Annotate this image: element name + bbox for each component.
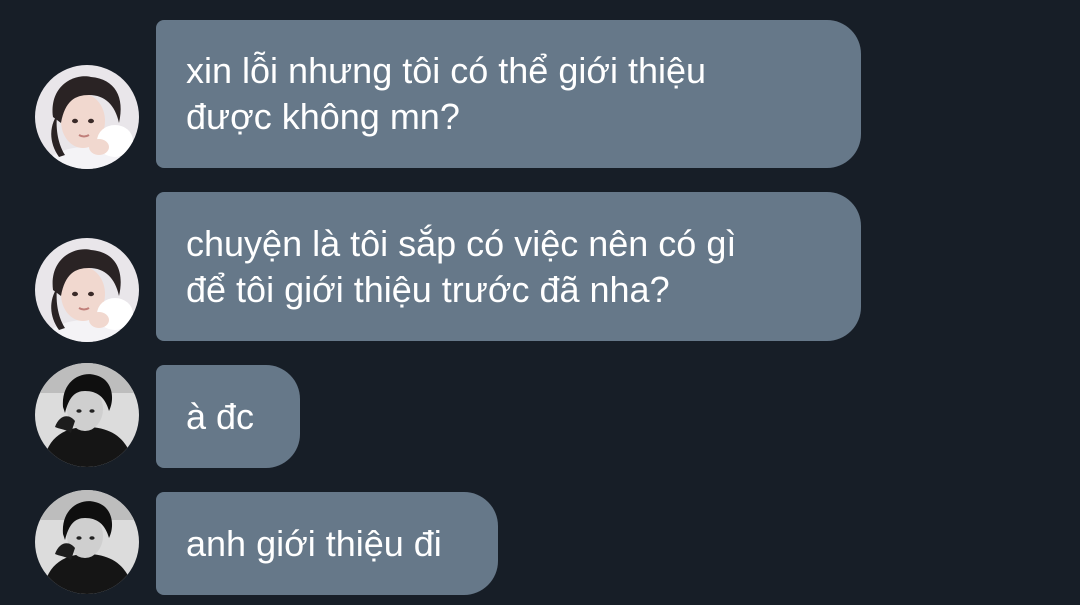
avatar-photo-dark-icon <box>35 490 139 594</box>
message-text: à đc <box>186 394 254 440</box>
message-line: à đc <box>186 395 255 437</box>
message-bubble[interactable]: chuyện là tôi sắp có việc nên có gì để t… <box>156 192 861 341</box>
message-line: được không mn? <box>186 96 460 137</box>
avatar-photo-dark-icon <box>35 363 139 467</box>
avatar-photo-light-icon <box>35 238 139 342</box>
message-bubble[interactable]: à đc <box>156 365 300 468</box>
avatar-user-a[interactable] <box>35 65 139 169</box>
message-line: chuyện là tôi sắp có việc nên có gì <box>186 222 737 264</box>
message-text: anh giới thiệu đi <box>186 521 442 567</box>
avatar-user-a[interactable] <box>35 238 139 342</box>
message-text: xin lỗi nhưng tôi có thể giới thiệu được… <box>186 48 706 140</box>
avatar-user-b[interactable] <box>35 363 139 467</box>
message-bubble[interactable]: anh giới thiệu đi <box>156 492 498 595</box>
message-text: chuyện là tôi sắp có việc nên có gì để t… <box>186 221 736 313</box>
message-line: xin lỗi nhưng tôi có thể giới thiệu <box>186 50 707 91</box>
message-line: anh giới thiệu đi <box>186 522 442 564</box>
chat-thread: xin lỗi nhưng tôi có thể giới thiệu được… <box>0 0 1080 605</box>
avatar-user-b[interactable] <box>35 490 139 594</box>
avatar-photo-light-icon <box>35 65 139 169</box>
message-bubble[interactable]: xin lỗi nhưng tôi có thể giới thiệu được… <box>156 20 861 168</box>
message-line: để tôi giới thiệu trước đã nha? <box>186 268 670 310</box>
